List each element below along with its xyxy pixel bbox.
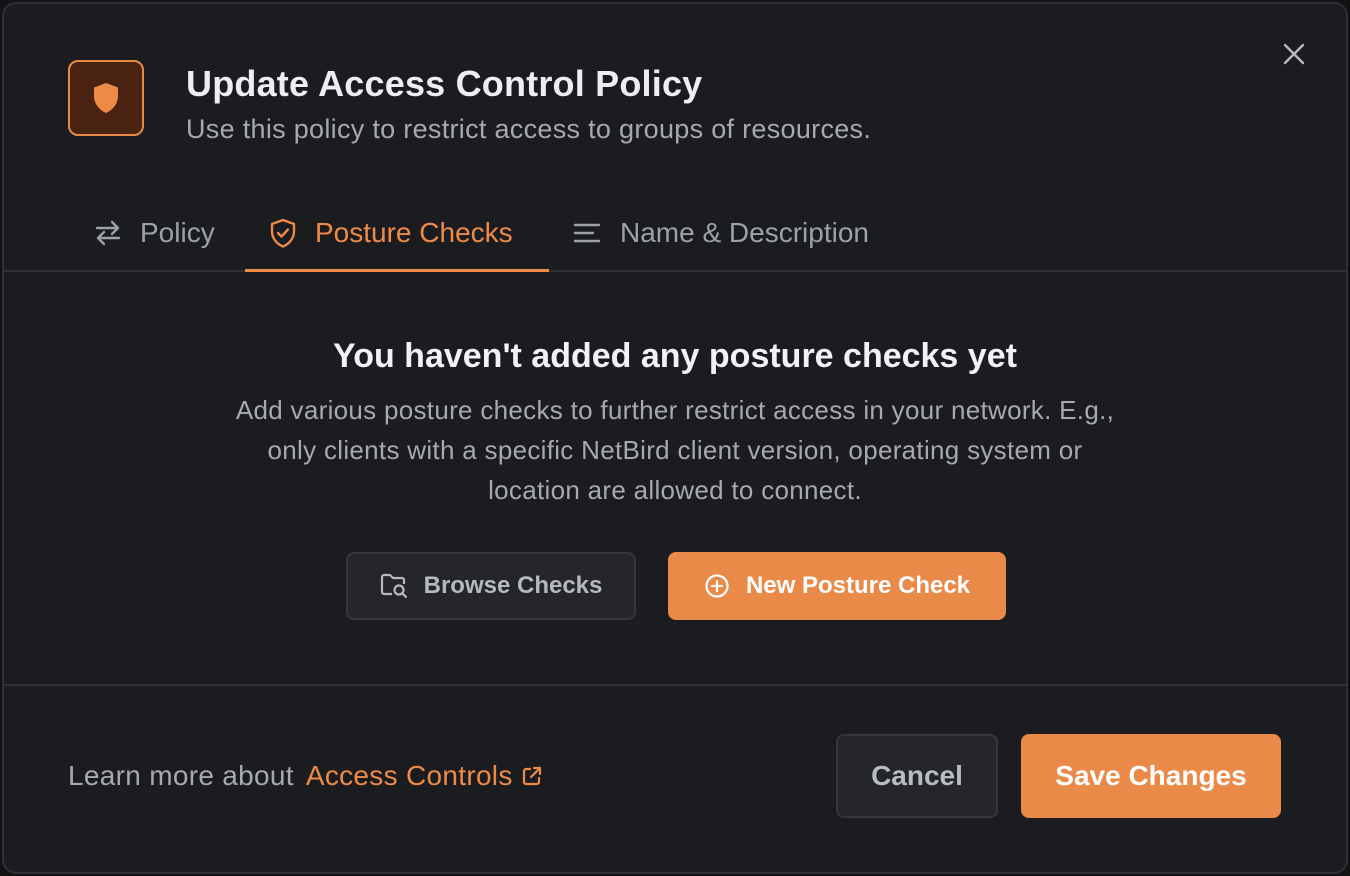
arrows-exchange-icon [94,220,122,246]
empty-state-title: You haven't added any posture checks yet [333,337,1017,375]
tab-policy[interactable]: Policy [94,196,215,270]
tab-name-description-label: Name & Description [620,217,869,248]
tab-posture-checks[interactable]: Posture Checks [245,196,549,272]
tab-posture-checks-label: Posture Checks [315,217,513,248]
shield-check-icon [269,218,297,248]
empty-state-actions: Browse Checks New Posture Check [346,552,1006,620]
access-controls-link[interactable]: Access Controls [306,760,543,792]
browse-checks-label: Browse Checks [423,572,603,599]
dialog-title: Update Access Control Policy [186,63,703,104]
empty-state: You haven't added any posture checks yet… [4,334,1346,510]
dialog-subtitle: Use this policy to restrict access to gr… [186,114,872,144]
save-changes-button[interactable]: Save Changes [1021,734,1281,818]
dialog-header: Update Access Control Policy Use this po… [68,60,871,146]
plus-circle-icon [704,573,730,599]
policy-dialog: Update Access Control Policy Use this po… [2,2,1348,874]
external-link-icon [521,765,543,787]
shield-icon [68,60,144,136]
browse-checks-button[interactable]: Browse Checks [346,552,636,620]
tab-name-description[interactable]: Name & Description [572,196,869,270]
tab-policy-label: Policy [140,217,215,248]
access-controls-link-label: Access Controls [305,760,513,791]
close-icon [1283,43,1305,65]
empty-state-description: Add various posture checks to further re… [235,395,1115,505]
learn-more-text: Learn more about [68,760,294,791]
folder-search-icon [380,573,408,599]
new-posture-check-label: New Posture Check [745,572,971,599]
text-lines-icon [572,221,602,245]
dialog-footer: Learn more about Access Controls Cancel … [4,684,1346,872]
close-button[interactable] [1278,38,1310,70]
cancel-button[interactable]: Cancel [836,734,998,818]
learn-more: Learn more about Access Controls [68,760,543,792]
tab-bar: Policy Posture Checks Name & Description [4,196,1346,272]
new-posture-check-button[interactable]: New Posture Check [668,552,1006,620]
